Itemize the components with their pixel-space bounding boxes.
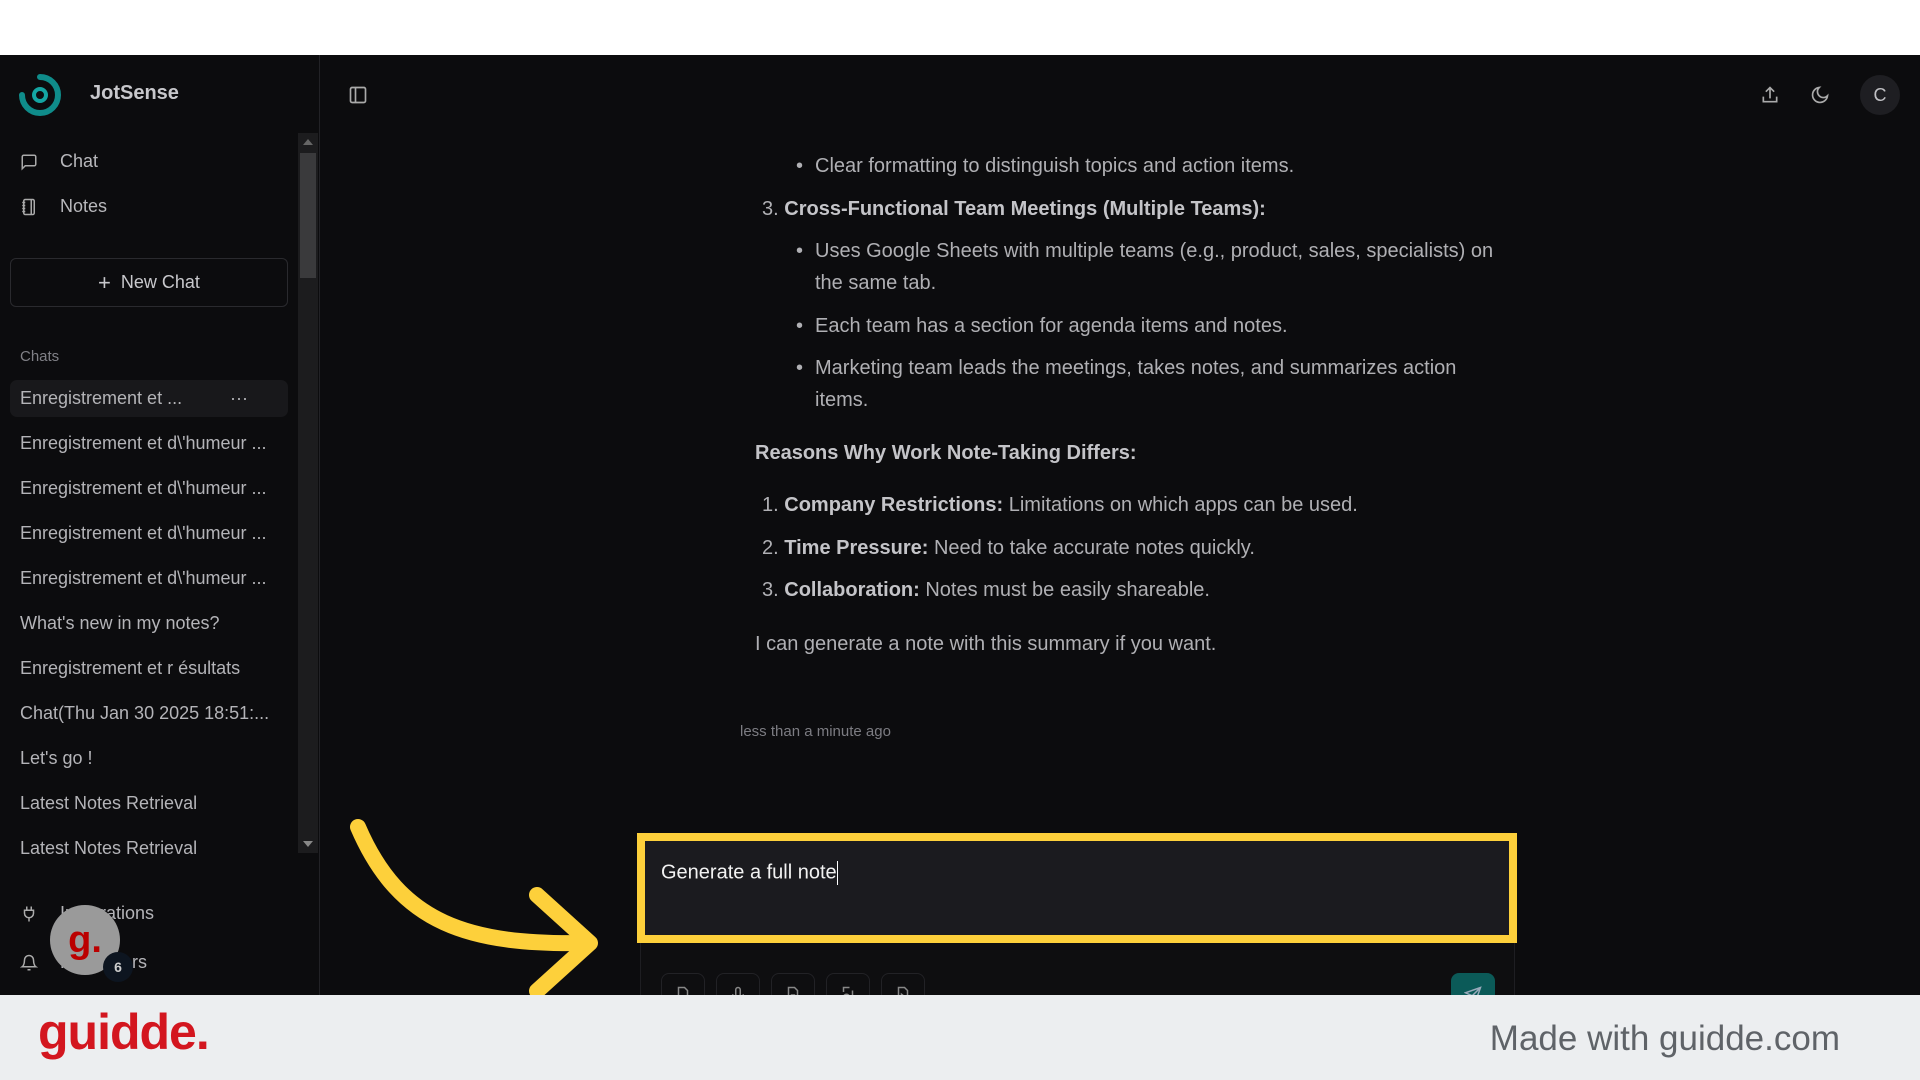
microphone-button[interactable] [716, 973, 760, 995]
new-chat-label: New Chat [120, 272, 200, 292]
microphone-icon [732, 986, 744, 995]
guidde-footer: guidde. Made with guidde.com [0, 995, 1920, 1080]
chat-item[interactable]: Latest Notes Retrieval [10, 830, 288, 875]
guidde-logo: guidde. [38, 1004, 210, 1060]
list-item: 1. Company Restrictions: Limitations on … [762, 489, 1358, 521]
more-options-icon[interactable]: ··· [230, 380, 248, 417]
chat-item[interactable]: Enregistrement et r ésultats [10, 650, 288, 695]
list-number: 2. [762, 537, 779, 559]
chat-item[interactable]: Enregistrement et d\'humeur ... [10, 470, 288, 515]
video-file-button[interactable] [881, 973, 925, 995]
bullet-item: Clear formatting to distinguish topics a… [796, 150, 1294, 182]
message-square-icon [21, 154, 37, 171]
list-number: 3. [762, 198, 779, 220]
notebook-icon [22, 198, 35, 215]
send-icon [1464, 986, 1482, 995]
chat-input-value: Generate a full note [661, 861, 837, 884]
section-heading: Reasons Why Work Note-Taking Differs: [755, 437, 1137, 469]
list-number: 1. [762, 494, 779, 516]
heading-text: Reasons Why Work Note-Taking Differs: [755, 442, 1137, 464]
chat-item[interactable]: Enregistrement et d\'humeur ... [10, 515, 288, 560]
nav-chat[interactable]: Chat [20, 151, 98, 172]
scrollbar-thumb[interactable] [300, 153, 316, 278]
sidebar-scrollbar[interactable] [298, 133, 318, 853]
sidebar: JotSense Chat Notes + New Chat Chats Enre… [0, 55, 320, 995]
chats-section-label: Chats [20, 348, 60, 365]
text-file-button[interactable] [771, 973, 815, 995]
chat-item[interactable]: What's new in my notes? [10, 605, 288, 650]
list-number: 3. [762, 579, 779, 601]
chat-item[interactable]: Let's go ! [10, 740, 288, 785]
yellow-arrow-annotation [350, 819, 598, 995]
file-video-icon [897, 986, 909, 995]
app-window: JotSense Chat Notes + New Chat Chats Enre… [0, 55, 1920, 995]
moon-icon[interactable] [1810, 85, 1830, 105]
new-chat-button[interactable]: + New Chat [10, 258, 288, 307]
chat-input-highlighted[interactable]: Generate a full note [637, 833, 1517, 943]
scroll-down-arrow[interactable] [303, 841, 313, 847]
nav-notes[interactable]: Notes [20, 196, 107, 217]
bullet-item-continuation: items. [815, 389, 869, 411]
bullet-item: Each team has a section for agenda items… [796, 310, 1287, 342]
list-item: 2. Time Pressure: Need to take accurate … [762, 532, 1255, 564]
chat-title: Enregistrement et ... [20, 388, 183, 408]
list-value: Need to take accurate notes quickly. [928, 537, 1255, 559]
file-audio-icon [842, 986, 854, 995]
list-value: Limitations on which apps can be used. [1003, 494, 1358, 516]
nav-label: Notes [60, 196, 108, 216]
scroll-up-arrow[interactable] [303, 139, 313, 145]
made-with-text: Made with guidde.com [1489, 1019, 1840, 1058]
closing-text: I can generate a note with this summary … [755, 633, 1217, 655]
sidebar-toggle-icon[interactable] [348, 85, 368, 105]
list-key: Collaboration: [784, 579, 920, 601]
list-value: Notes must be easily shareable. [919, 579, 1210, 601]
list-key: Company Restrictions: [784, 494, 1004, 516]
chat-item[interactable]: Chat(Thu Jan 30 2025 18:51:... [10, 695, 288, 740]
plus-icon: + [98, 269, 111, 295]
message-timestamp: less than a minute ago [740, 723, 891, 740]
chat-item[interactable]: Enregistrement et d\'humeur ... [10, 560, 288, 605]
list-item: 3. Cross-Functional Team Meetings (Multi… [762, 193, 1266, 225]
guidde-bubble-logo: g. [68, 918, 102, 961]
plug-icon [23, 906, 35, 921]
user-avatar[interactable]: C [1860, 75, 1900, 115]
audio-file-button[interactable] [826, 973, 870, 995]
bullet-item: Uses Google Sheets with multiple teams (… [796, 235, 1493, 267]
notification-badge: 6 [103, 952, 133, 982]
bullet-item: Marketing team leads the meetings, takes… [796, 352, 1456, 384]
chat-input[interactable]: Generate a full note [661, 861, 838, 885]
attach-file-button[interactable] [661, 973, 705, 995]
list-heading: Cross-Functional Team Meetings (Multiple… [784, 198, 1266, 220]
share-upload-icon[interactable] [1760, 85, 1780, 105]
file-text-icon [787, 986, 799, 995]
bell-icon [20, 954, 38, 970]
app-name: JotSense [90, 82, 179, 104]
chat-item[interactable]: Enregistrement et d\'humeur ... [10, 425, 288, 470]
list-item: 3. Collaboration: Notes must be easily s… [762, 574, 1210, 606]
nav-label: Chat [60, 151, 99, 171]
list-key: Time Pressure: [784, 537, 929, 559]
text-caret [836, 861, 838, 885]
send-button[interactable] [1451, 973, 1495, 995]
jotsense-logo-icon [19, 74, 61, 116]
chat-item[interactable]: Enregistrement et ... ··· [10, 380, 288, 417]
file-icon [677, 986, 689, 995]
bullet-item-continuation: the same tab. [815, 272, 937, 294]
header-actions: C [1760, 75, 1920, 115]
chat-item[interactable]: Latest Notes Retrieval [10, 785, 288, 830]
chat-list: Enregistrement et ... ··· Enregistrement … [10, 380, 288, 875]
